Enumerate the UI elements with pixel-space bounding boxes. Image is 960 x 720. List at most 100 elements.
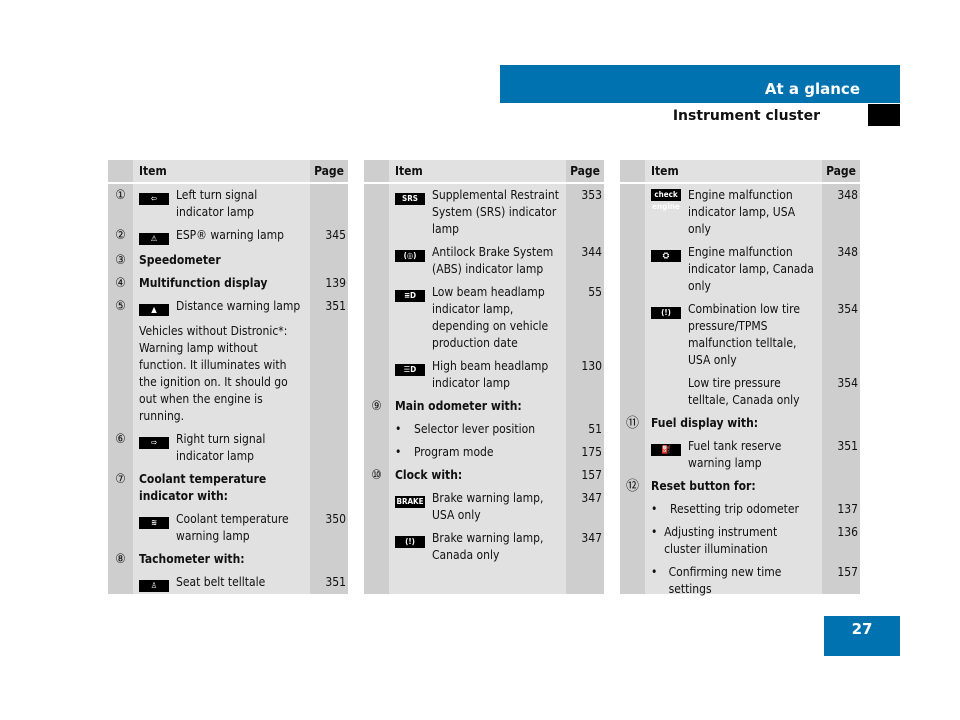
table-3: Item Page check engine Engine malfunctio…: [620, 160, 860, 596]
page-number: 27: [824, 616, 900, 656]
item-number: [364, 444, 389, 461]
page-ref: [308, 187, 348, 221]
fuel-icon: ⛽: [651, 444, 681, 456]
page-ref: 51: [588, 422, 602, 436]
item-text: ESP® warning lamp: [176, 228, 285, 242]
item-number: [364, 421, 389, 438]
item-number: [620, 501, 645, 518]
item-text: • Program mode: [395, 445, 494, 459]
section-marker: [868, 104, 900, 126]
item-header: Item: [395, 164, 423, 178]
item-text: Right turn signal indicator lamp: [176, 432, 266, 463]
item-number: [620, 187, 645, 238]
brake-canada-icon: (!): [395, 536, 425, 548]
item-number: ⑥: [115, 432, 126, 447]
left-turn-signal-icon: ⇦: [139, 193, 169, 205]
item-number: [364, 358, 389, 392]
table-row: ≋ Coolant temperature warning lamp 350: [108, 510, 348, 550]
section-title: At a glance: [764, 80, 860, 98]
right-turn-signal-icon: ⇨: [139, 437, 169, 449]
item-text: Coolant temperature indicator with:: [139, 472, 267, 503]
page-ref: 351: [325, 299, 346, 313]
item-text: Reset button for:: [651, 479, 756, 493]
page-ref: 350: [325, 512, 346, 526]
item-number: [108, 574, 133, 593]
item-text: Vehicles without Distronic*: Warning lam…: [139, 324, 288, 423]
item-text: Engine malfunction indicator lamp, USA o…: [688, 188, 796, 236]
page-ref: 139: [325, 276, 346, 290]
table-row: ⑪ Fuel display with:: [620, 414, 860, 437]
item-text: • Confirming new time settings: [651, 565, 782, 596]
page-ref: 347: [581, 531, 602, 545]
item-header: Item: [139, 164, 167, 178]
brake-usa-icon: BRAKE: [395, 496, 425, 508]
page-ref: [820, 415, 860, 432]
page-ref: 137: [837, 502, 858, 516]
table-row: Vehicles without Distronic*: Warning lam…: [108, 322, 348, 430]
item-text: Engine malfunction indicator lamp, Canad…: [688, 245, 814, 293]
table-row: • Resetting trip odometer 137: [620, 500, 860, 523]
item-text: Multifunction display: [139, 276, 268, 290]
table-row: ⑧ Tachometer with:: [108, 550, 348, 573]
page-ref: 354: [837, 302, 858, 316]
item-text: Low tire pressure telltale, Canada only: [688, 376, 800, 407]
item-text: Tachometer with:: [139, 552, 245, 566]
item-number: ⑤: [115, 299, 126, 314]
page-ref: 353: [581, 188, 602, 202]
item-number: [364, 530, 389, 564]
table-1: Item Page ① ⇦ Left turn signal indicator…: [108, 160, 348, 594]
item-text: Clock with:: [395, 468, 463, 482]
page-ref: [564, 398, 604, 415]
table-row: • Selector lever position 51: [364, 420, 604, 443]
item-number: ④: [115, 276, 126, 291]
item-text: Combination low tire pressure/TPMS malfu…: [688, 302, 800, 367]
table-row: ① ⇦ Left turn signal indicator lamp: [108, 186, 348, 226]
item-text: Fuel display with:: [651, 416, 759, 430]
item-text: • Resetting trip odometer: [651, 502, 799, 516]
item-number: [364, 187, 389, 238]
item-text: Supplemental Restraint System (SRS) indi…: [432, 188, 559, 236]
page-ref: 348: [837, 245, 858, 259]
table-row: ⑩ Clock with: 157: [364, 466, 604, 489]
item-number: [620, 375, 645, 409]
page-ref: [308, 323, 348, 425]
item-text: Main odometer with:: [395, 399, 522, 413]
table-row: ② ⚠ ESP® warning lamp 345: [108, 226, 348, 251]
table-2: Item Page SRS Supplemental Restraint Sys…: [364, 160, 604, 594]
manual-page: At a glance Instrument cluster Item Page…: [0, 0, 960, 720]
bullet: •: [651, 565, 658, 579]
low-beam-icon: ≡D: [395, 290, 425, 302]
item-text: Low beam headlamp indicator lamp, depend…: [432, 285, 549, 350]
item-number: [364, 490, 389, 524]
item-text: • Selector lever position: [395, 422, 536, 436]
table-row: ⛽ Fuel tank reserve warning lamp 351: [620, 437, 860, 477]
item-text: Left turn signal indicator lamp: [176, 188, 258, 219]
item-text: Fuel tank reserve warning lamp: [688, 439, 782, 470]
item-number: [364, 284, 389, 352]
page-ref: [820, 478, 860, 495]
table-header: Item Page: [108, 160, 348, 184]
table-row: ③ Speedometer: [108, 251, 348, 274]
tire-pressure-icon: (!): [651, 307, 681, 319]
bullet: •: [395, 445, 402, 459]
coolant-temperature-icon: ≋: [139, 517, 169, 529]
table-header: Item Page: [364, 160, 604, 184]
bullet: •: [651, 502, 658, 516]
item-text: Distance warning lamp: [176, 299, 301, 313]
table-row: ⑨ Main odometer with:: [364, 397, 604, 420]
item-number: ⑧: [115, 552, 126, 567]
page-ref: [308, 252, 348, 269]
table-row: • Adjusting instrument cluster illuminati…: [620, 523, 860, 563]
table-row: (!) Combination low tire pressure/TPMS m…: [620, 300, 860, 374]
table-row: • Program mode 175: [364, 443, 604, 466]
table-row: ☰D High beam headlamp indicator lamp 130: [364, 357, 604, 397]
table-row: BRAKE Brake warning lamp, USA only 347: [364, 489, 604, 529]
item-number: [620, 438, 645, 472]
page-ref: 348: [837, 188, 858, 202]
table-row: ♙ Seat belt telltale 351: [108, 573, 348, 598]
page-ref: 345: [325, 228, 346, 242]
high-beam-icon: ☰D: [395, 364, 425, 376]
page-ref: 351: [837, 439, 858, 453]
page-ref: 55: [588, 285, 602, 299]
page-ref: 136: [837, 525, 858, 539]
